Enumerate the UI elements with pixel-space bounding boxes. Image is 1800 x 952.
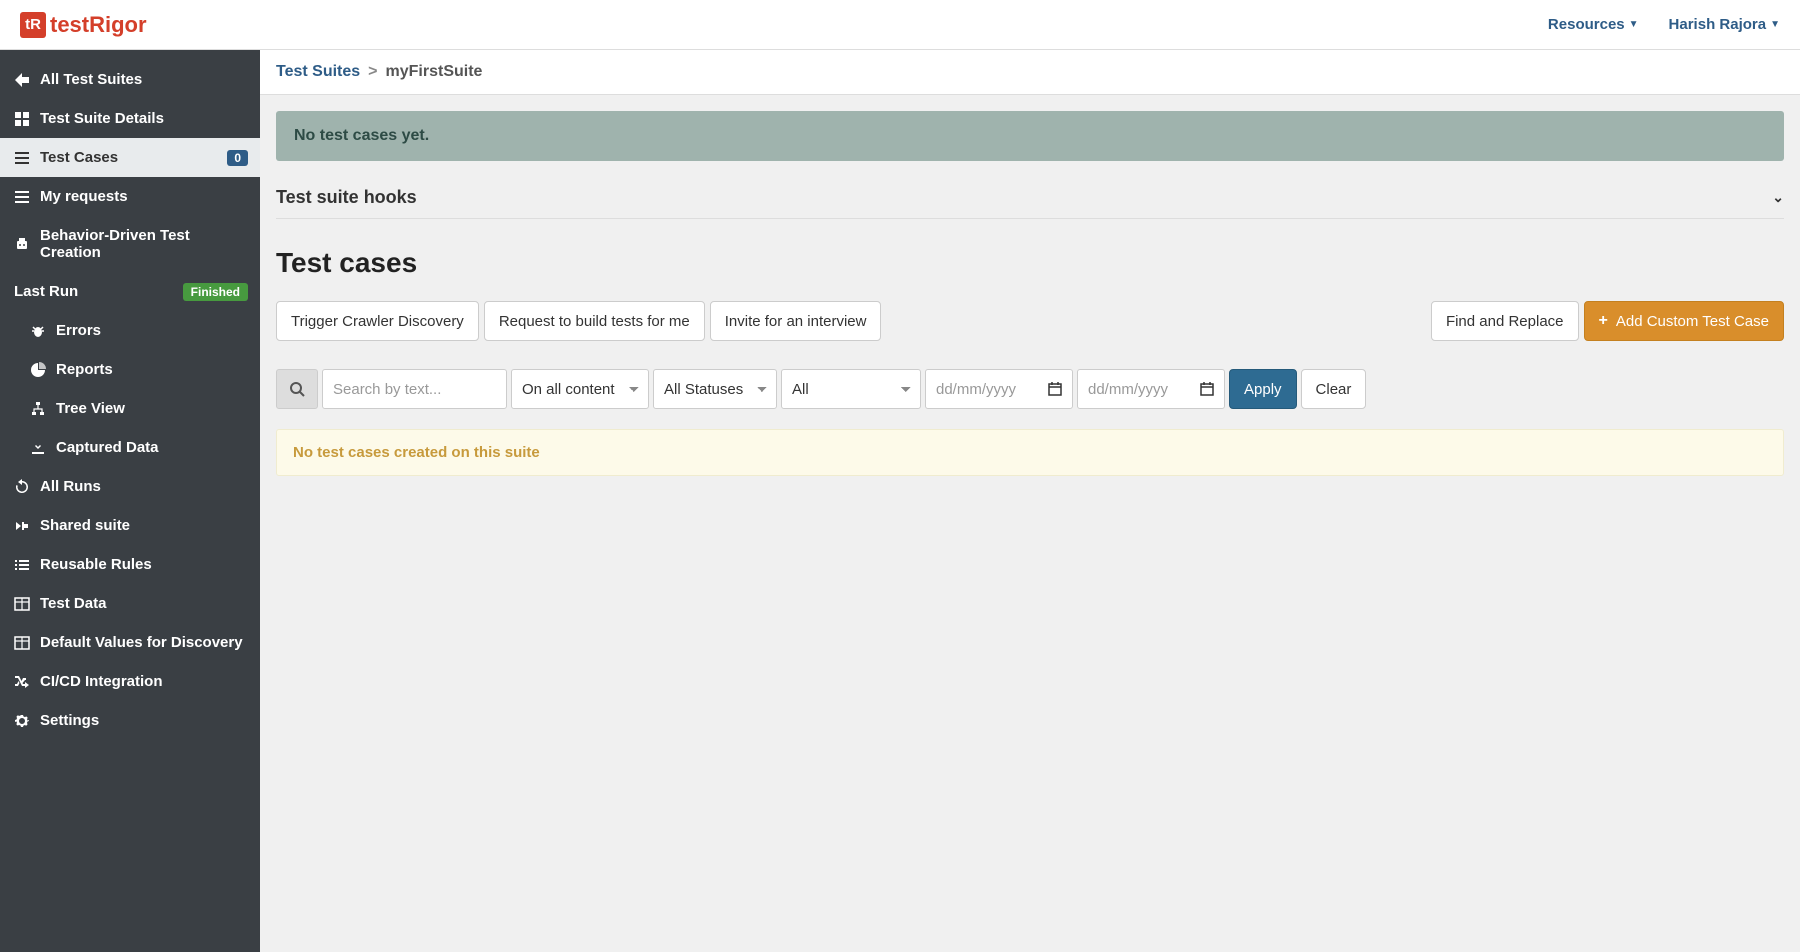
sidebar-item-label: Settings bbox=[40, 712, 99, 729]
invite-interview-button[interactable]: Invite for an interview bbox=[710, 301, 882, 341]
share-icon bbox=[14, 518, 30, 534]
breadcrumb-separator: > bbox=[368, 63, 377, 81]
sidebar-item-reports[interactable]: Reports bbox=[0, 350, 260, 389]
sidebar-item-label: Shared suite bbox=[40, 517, 130, 534]
hooks-title: Test suite hooks bbox=[276, 187, 417, 208]
page-title: Test cases bbox=[276, 247, 1784, 279]
sidebar-item-label: Reusable Rules bbox=[40, 556, 152, 573]
sidebar-item-label: Test Suite Details bbox=[40, 110, 164, 127]
list-icon bbox=[14, 189, 30, 205]
content-select[interactable]: On all content bbox=[511, 369, 649, 409]
action-button-row: Trigger Crawler Discovery Request to bui… bbox=[276, 301, 1784, 341]
robot-icon bbox=[14, 236, 30, 252]
topbar-right: Resources ▼ Harish Rajora ▼ bbox=[1548, 16, 1780, 33]
sidebar-item-label: Default Values for Discovery bbox=[40, 634, 243, 651]
sidebar-item-label: Test Cases bbox=[40, 149, 118, 166]
test-suite-hooks-toggle[interactable]: Test suite hooks ⌄ bbox=[276, 179, 1784, 219]
plus-icon: + bbox=[1599, 312, 1608, 330]
date-from-input[interactable] bbox=[925, 369, 1073, 409]
sidebar-item-test-data[interactable]: Test Data bbox=[0, 584, 260, 623]
table-icon bbox=[14, 596, 30, 612]
find-replace-button[interactable]: Find and Replace bbox=[1431, 301, 1579, 341]
resources-menu[interactable]: Resources ▼ bbox=[1548, 16, 1639, 33]
user-menu[interactable]: Harish Rajora ▼ bbox=[1669, 16, 1780, 33]
sidebar-item-label: Behavior-Driven Test Creation bbox=[40, 227, 246, 261]
history-icon bbox=[14, 479, 30, 495]
test-cases-count-badge: 0 bbox=[227, 150, 248, 166]
apply-button[interactable]: Apply bbox=[1229, 369, 1297, 409]
last-run-status-badge: Finished bbox=[183, 283, 248, 301]
sidebar-item-label: CI/CD Integration bbox=[40, 673, 163, 690]
shuffle-icon bbox=[14, 674, 30, 690]
logo-badge: tR bbox=[20, 12, 46, 38]
table-icon bbox=[14, 635, 30, 651]
request-build-button[interactable]: Request to build tests for me bbox=[484, 301, 705, 341]
user-label: Harish Rajora bbox=[1669, 16, 1767, 33]
filter-row: On all content All Statuses All Apply C bbox=[276, 369, 1784, 409]
chevron-down-icon: ⌄ bbox=[1772, 189, 1784, 206]
sidebar-item-settings[interactable]: Settings bbox=[0, 701, 260, 740]
sidebar-item-all-suites[interactable]: All Test Suites bbox=[0, 60, 260, 99]
sidebar-item-bdd[interactable]: Behavior-Driven Test Creation bbox=[0, 216, 260, 272]
sidebar-item-last-run[interactable]: Last Run Finished bbox=[0, 272, 260, 311]
grid-icon bbox=[14, 111, 30, 127]
top-bar: tR testRigor Resources ▼ Harish Rajora ▼ bbox=[0, 0, 1800, 50]
sidebar-item-label: All Runs bbox=[40, 478, 101, 495]
sidebar-item-label: Captured Data bbox=[56, 439, 159, 456]
rules-icon bbox=[14, 557, 30, 573]
sidebar-item-default-values[interactable]: Default Values for Discovery bbox=[0, 623, 260, 662]
sidebar-item-label: Reports bbox=[56, 361, 113, 378]
sidebar-item-label: Tree View bbox=[56, 400, 125, 417]
sidebar-item-all-runs[interactable]: All Runs bbox=[0, 467, 260, 506]
sidebar-item-label: All Test Suites bbox=[40, 71, 142, 88]
trigger-crawler-button[interactable]: Trigger Crawler Discovery bbox=[276, 301, 479, 341]
all-select[interactable]: All bbox=[781, 369, 921, 409]
search-icon-box bbox=[276, 369, 318, 409]
logo[interactable]: tR testRigor bbox=[20, 12, 147, 38]
search-icon bbox=[289, 381, 305, 397]
no-test-cases-alert: No test cases yet. bbox=[276, 111, 1784, 161]
sidebar-item-errors[interactable]: Errors bbox=[0, 311, 260, 350]
arrow-left-icon bbox=[14, 72, 30, 88]
sidebar-item-details[interactable]: Test Suite Details bbox=[0, 99, 260, 138]
breadcrumb-root[interactable]: Test Suites bbox=[276, 63, 360, 81]
sidebar-item-cicd[interactable]: CI/CD Integration bbox=[0, 662, 260, 701]
breadcrumb: Test Suites > myFirstSuite bbox=[260, 50, 1800, 95]
sidebar-item-my-requests[interactable]: My requests bbox=[0, 177, 260, 216]
breadcrumb-current: myFirstSuite bbox=[386, 63, 483, 81]
sidebar-item-label: Test Data bbox=[40, 595, 106, 612]
sidebar-item-captured-data[interactable]: Captured Data bbox=[0, 428, 260, 467]
date-to-input[interactable] bbox=[1077, 369, 1225, 409]
no-cases-warning: No test cases created on this suite bbox=[276, 429, 1784, 476]
status-select[interactable]: All Statuses bbox=[653, 369, 777, 409]
caret-down-icon: ▼ bbox=[1629, 19, 1639, 30]
sidebar-item-shared-suite[interactable]: Shared suite bbox=[0, 506, 260, 545]
caret-down-icon: ▼ bbox=[1770, 19, 1780, 30]
add-custom-test-case-button[interactable]: + Add Custom Test Case bbox=[1584, 301, 1784, 341]
gear-icon bbox=[14, 713, 30, 729]
search-input[interactable] bbox=[322, 369, 507, 409]
bug-icon bbox=[30, 323, 46, 339]
tree-icon bbox=[30, 401, 46, 417]
add-custom-label: Add Custom Test Case bbox=[1616, 313, 1769, 330]
logo-text: testRigor bbox=[50, 12, 147, 38]
sidebar-item-test-cases[interactable]: Test Cases 0 bbox=[0, 138, 260, 177]
sidebar-item-label: Errors bbox=[56, 322, 101, 339]
sidebar-item-label: Last Run bbox=[14, 283, 78, 300]
sidebar-item-label: My requests bbox=[40, 188, 128, 205]
download-icon bbox=[30, 440, 46, 456]
resources-label: Resources bbox=[1548, 16, 1625, 33]
pie-chart-icon bbox=[30, 362, 46, 378]
sidebar-item-tree-view[interactable]: Tree View bbox=[0, 389, 260, 428]
sidebar: All Test Suites Test Suite Details Test … bbox=[0, 50, 260, 952]
sidebar-item-reusable-rules[interactable]: Reusable Rules bbox=[0, 545, 260, 584]
list-icon bbox=[14, 150, 30, 166]
clear-button[interactable]: Clear bbox=[1301, 369, 1367, 409]
content-area: Test Suites > myFirstSuite No test cases… bbox=[260, 50, 1800, 952]
